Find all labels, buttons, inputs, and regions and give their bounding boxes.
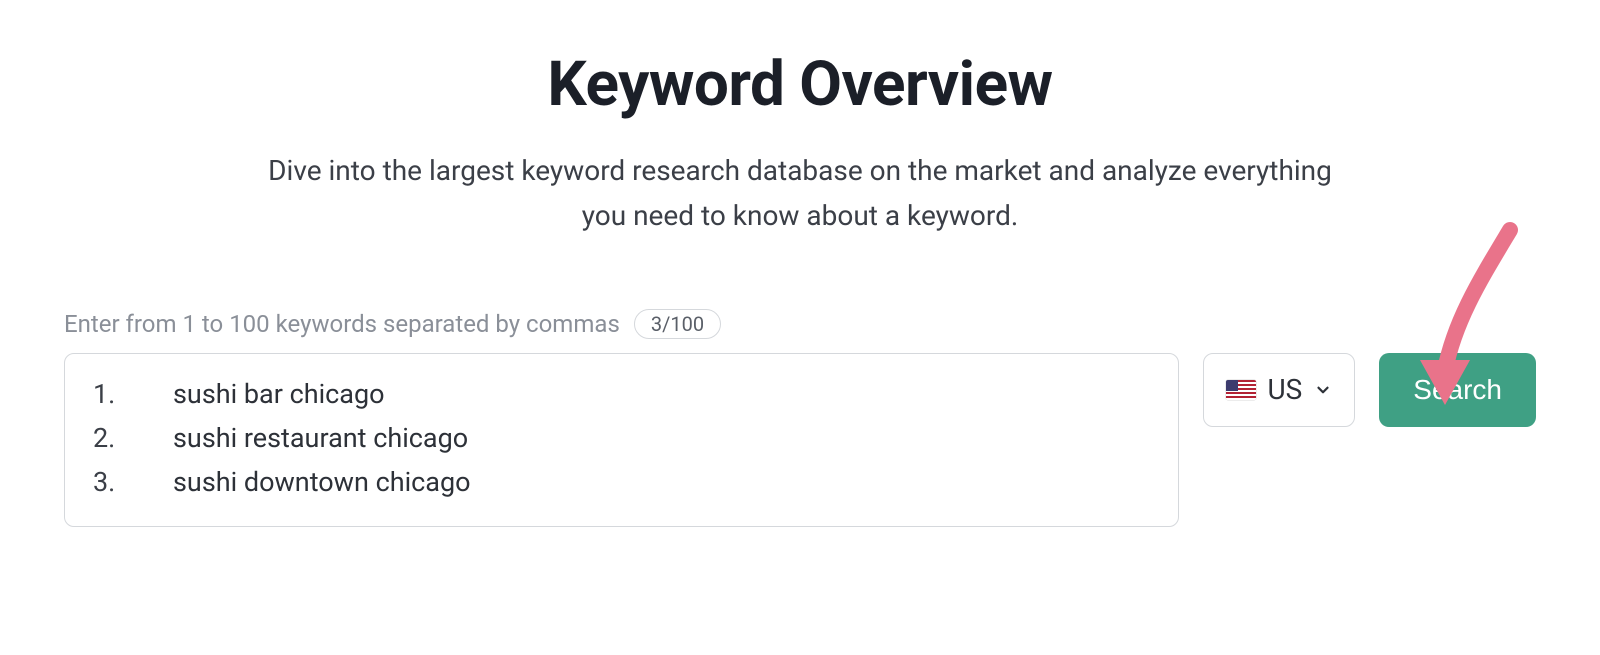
keyword-text: sushi restaurant chicago — [173, 422, 468, 454]
input-label: Enter from 1 to 100 keywords separated b… — [64, 310, 620, 338]
keyword-number: 1. — [93, 378, 173, 410]
country-label: US — [1268, 373, 1303, 406]
keyword-row: 3. sushi downtown chicago — [93, 460, 1150, 504]
keyword-text: sushi bar chicago — [173, 378, 385, 410]
input-label-row: Enter from 1 to 100 keywords separated b… — [64, 309, 1536, 339]
page-title: Keyword Overview — [64, 48, 1536, 121]
keyword-text: sushi downtown chicago — [173, 466, 471, 498]
keyword-number: 3. — [93, 466, 173, 498]
us-flag-icon — [1226, 380, 1256, 400]
keyword-input[interactable]: 1. sushi bar chicago 2. sushi restaurant… — [64, 353, 1179, 527]
keyword-number: 2. — [93, 422, 173, 454]
chevron-down-icon — [1314, 381, 1332, 399]
form-row: 1. sushi bar chicago 2. sushi restaurant… — [64, 353, 1536, 527]
keyword-count-pill: 3/100 — [634, 309, 721, 339]
keyword-list: 1. sushi bar chicago 2. sushi restaurant… — [93, 372, 1150, 504]
country-select[interactable]: US — [1203, 353, 1356, 427]
page-subtitle: Dive into the largest keyword research d… — [250, 149, 1350, 239]
keyword-row: 2. sushi restaurant chicago — [93, 416, 1150, 460]
search-button[interactable]: Search — [1379, 353, 1536, 427]
keyword-row: 1. sushi bar chicago — [93, 372, 1150, 416]
